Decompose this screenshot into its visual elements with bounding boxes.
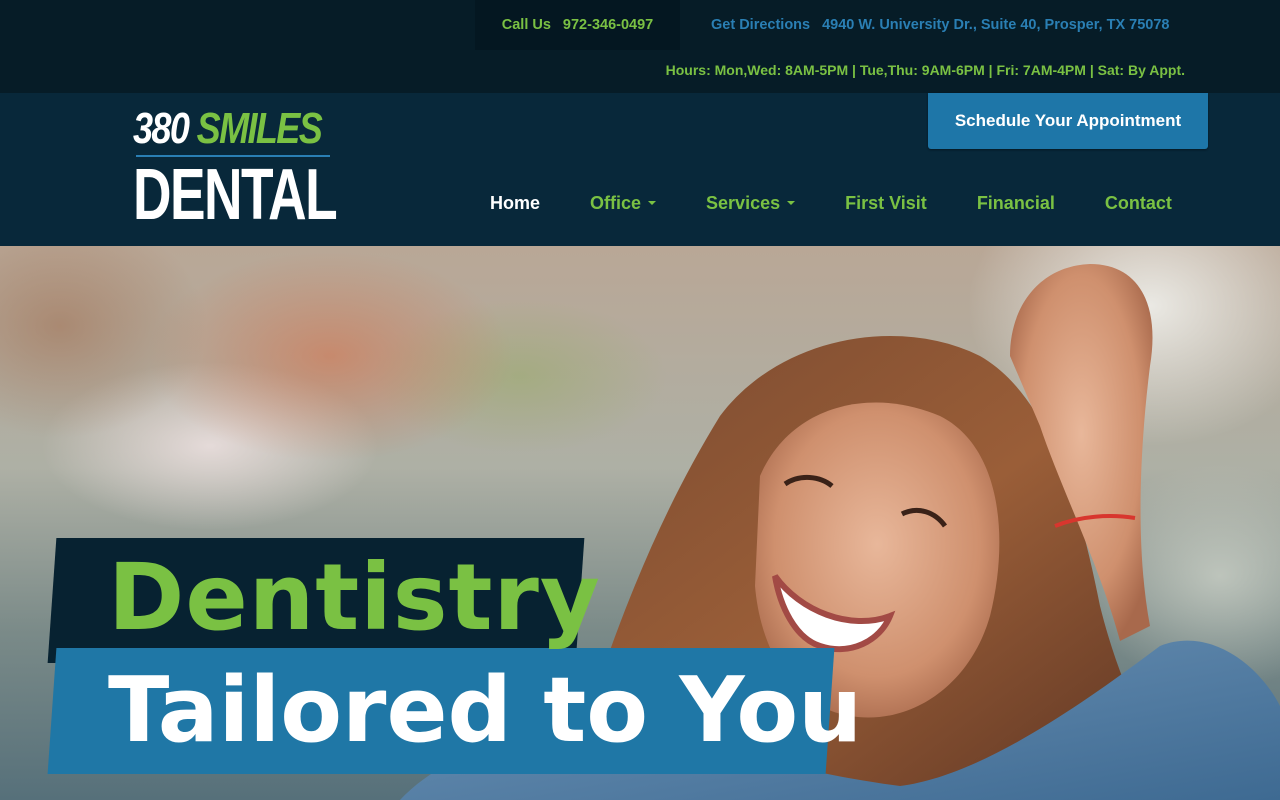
nav-item-home[interactable]: Home: [465, 193, 565, 214]
logo-smiles: SMILES: [196, 104, 323, 153]
call-us-link[interactable]: Call Us 972-346-0497: [475, 0, 680, 50]
site-logo[interactable]: 380 SMILES DENTAL: [133, 104, 338, 235]
phone-number[interactable]: 972-346-0497: [563, 17, 653, 33]
nav-item-label: First Visit: [845, 192, 927, 213]
get-directions-link[interactable]: Get Directions 4940 W. University Dr., S…: [711, 0, 1169, 50]
nav-item-contact[interactable]: Contact: [1080, 193, 1197, 214]
site-header: 380 SMILES DENTAL Schedule Your Appointm…: [0, 93, 1280, 246]
call-us-label: Call Us: [501, 17, 551, 33]
nav-item-label: Services: [706, 192, 781, 213]
caret-down-icon: [787, 201, 796, 205]
hero-headline-line1: Dentistry: [108, 544, 601, 651]
hero-headline-line2: Tailored to You: [108, 658, 863, 763]
hero-banner: Dentistry Tailored to You: [0, 246, 1280, 800]
nav-item-label: Office: [590, 192, 642, 213]
logo-number: 380: [133, 104, 190, 153]
nav-item-financial[interactable]: Financial: [952, 193, 1080, 214]
nav-item-first-visit[interactable]: First Visit: [820, 193, 952, 214]
nav-item-services[interactable]: Services: [681, 193, 820, 214]
nav-item-label: Financial: [976, 192, 1055, 213]
directions-label: Get Directions: [711, 17, 811, 33]
logo-dental: DENTAL: [133, 155, 338, 235]
main-nav: Home Office Services First Visit Financi…: [465, 189, 1197, 217]
nav-item-label: Contact: [1104, 192, 1172, 213]
nav-item-label: Home: [490, 192, 541, 213]
logo-top-line: 380 SMILES: [133, 104, 323, 153]
caret-down-icon: [648, 201, 657, 205]
schedule-appointment-button[interactable]: Schedule Your Appointment: [928, 93, 1208, 149]
office-hours: Hours: Mon,Wed: 8AM-5PM | Tue,Thu: 9AM-6…: [665, 62, 1185, 78]
top-info-bar: Call Us 972-346-0497 Get Directions 4940…: [0, 0, 1280, 93]
address-text[interactable]: 4940 W. University Dr., Suite 40, Prospe…: [822, 17, 1169, 33]
nav-item-office[interactable]: Office: [565, 193, 681, 214]
